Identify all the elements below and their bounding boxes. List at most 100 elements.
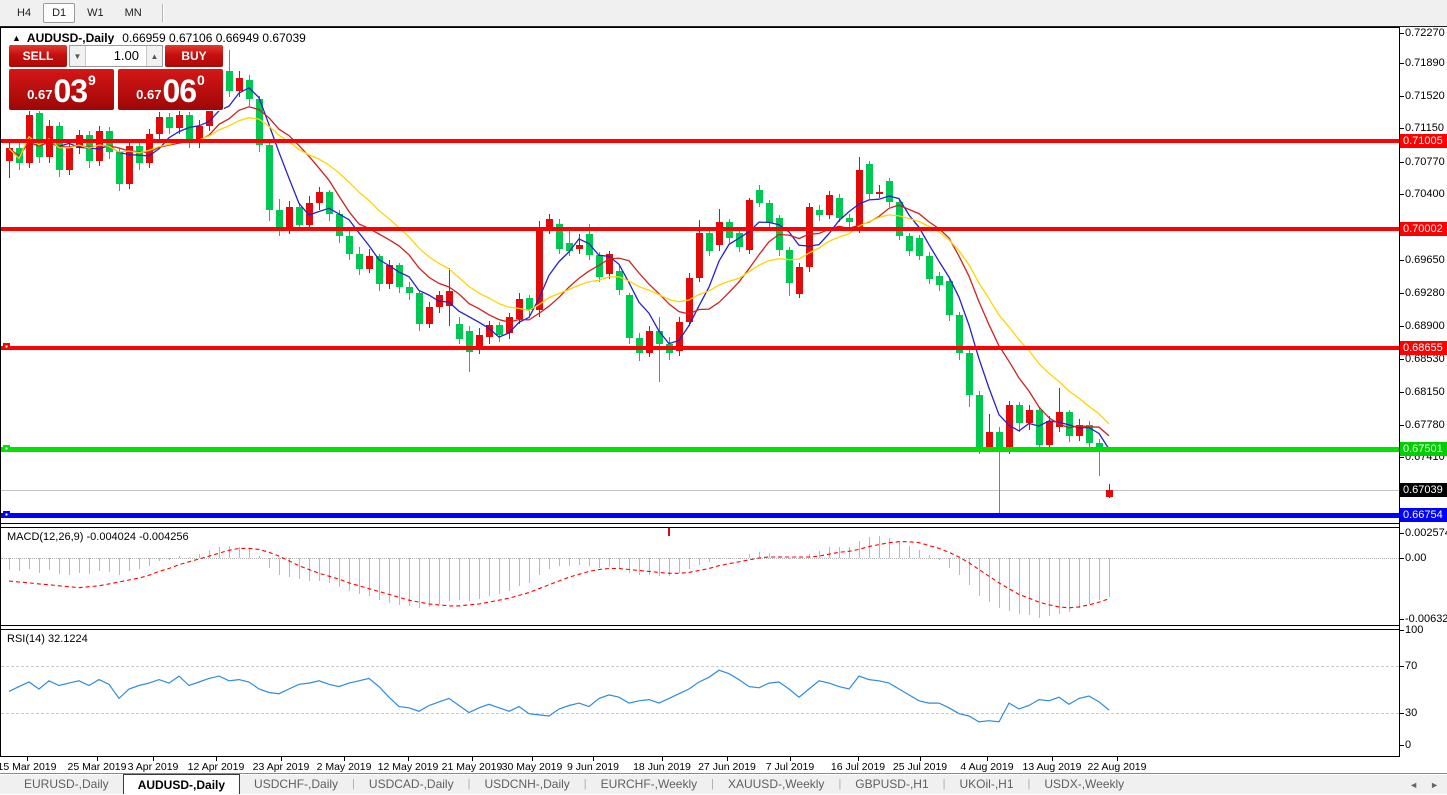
buy-price-pips: 06 — [162, 73, 197, 109]
price-axis[interactable]: 0.72270 0.71890 0.71520 0.71150 0.70770 0.704… — [1400, 27, 1447, 773]
date-label: 3 Apr 2019 — [127, 761, 179, 773]
axis-tick — [1400, 533, 1404, 535]
sell-price-prefix: 0.67 — [27, 87, 53, 102]
axis-tick — [1400, 95, 1404, 97]
price-tick-label: 0.70400 — [1405, 188, 1445, 201]
buy-price-point: 0 — [197, 72, 205, 88]
horizontal-red-line[interactable] — [1, 139, 1399, 143]
tab-usdchf-daily[interactable]: USDCHF-,Daily — [240, 774, 352, 794]
axis-tick — [1400, 326, 1404, 328]
tab-scroll-arrows: ◄ ► — [1409, 774, 1439, 795]
volume-decrease-icon[interactable]: ▼ — [70, 46, 86, 66]
horizontal-red-line[interactable] — [1, 227, 1399, 232]
date-label: 2 May 2019 — [316, 761, 372, 773]
timeframe-button-mn[interactable]: MN — [116, 3, 151, 23]
axis-tick — [1400, 665, 1404, 667]
axis-tick — [1400, 194, 1404, 196]
tab-usdcad-daily[interactable]: USDCAD-,Daily — [355, 774, 468, 794]
date-label: 7 Jul 2019 — [765, 761, 815, 773]
horizontal-green-line[interactable] — [1, 446, 1399, 452]
timeframe-button-w1[interactable]: W1 — [78, 3, 113, 23]
toolbar-separator — [161, 4, 164, 22]
axis-tick — [1400, 457, 1404, 459]
axis-tick — [1400, 260, 1404, 262]
date-label: 27 Jun 2019 — [698, 761, 756, 773]
tab-xauusd-weekly[interactable]: XAUUSD-,Weekly — [714, 774, 838, 794]
tab-audusd-daily[interactable]: AUDUSD-,Daily — [122, 774, 241, 794]
ma-line-sma-mid — [8, 106, 1110, 437]
axis-tick — [1400, 424, 1404, 426]
buy-price-display[interactable]: 0.67 06 0 — [118, 69, 223, 110]
timeframe-button-d1[interactable]: D1 — [43, 3, 76, 23]
price-tick-label: 0.71150 — [1405, 122, 1444, 135]
date-label: 12 May 2019 — [377, 761, 439, 773]
tab-scroll-right-icon[interactable]: ► — [1430, 780, 1439, 790]
axis-tick — [1400, 33, 1404, 34]
horizontal-red-line[interactable] — [1, 345, 1399, 350]
axis-tick — [1400, 618, 1404, 620]
rsi-tick-label: 30 — [1405, 706, 1418, 719]
axis-tick — [1400, 558, 1404, 559]
charts-tab-bar: EURUSD-,Daily AUDUSD-,Daily USDCHF-,Daily |… — [0, 773, 1447, 794]
one-click-trade-panel: SELL ▼ 1.00 ▲ BUY 0.67 03 9 0.67 06 0 — [8, 44, 224, 111]
macd-tick-label: 0.002574 — [1405, 527, 1447, 540]
price-badge-red: 0.68655 — [1400, 340, 1447, 355]
macd-panel[interactable]: MACD(12,26,9) -0.004024 -0.004256 — [1, 528, 1399, 625]
date-label: 21 May 2019 — [441, 761, 503, 773]
date-label: 9 Jun 2019 — [567, 761, 619, 773]
chart-title: ▲ AUDUSD-,Daily 0.66959 0.67106 0.66949 0.… — [12, 31, 306, 45]
price-tick-label: 0.71890 — [1405, 57, 1445, 70]
line-anchor-marker[interactable] — [3, 510, 10, 518]
rsi-tick-label: 70 — [1405, 659, 1418, 672]
date-label: 30 May 2019 — [501, 761, 563, 773]
price-tick-label: 0.72270 — [1405, 27, 1445, 39]
axis-tick — [1400, 63, 1404, 65]
volume-input[interactable]: 1.00 — [86, 46, 146, 66]
sell-price-point: 9 — [88, 72, 96, 88]
rsi-line — [8, 669, 1110, 723]
macd-signal-line — [8, 541, 1110, 609]
date-label: 22 Aug 2019 — [1087, 761, 1147, 773]
date-axis[interactable]: 15 Mar 2019 25 Mar 2019 3 Apr 2019 12 Apr 2… — [0, 757, 1399, 773]
date-label: 12 Apr 2019 — [187, 761, 245, 773]
volume-increase-icon[interactable]: ▲ — [146, 46, 162, 66]
date-label: 16 Jul 2019 — [830, 761, 886, 773]
collapse-panel-icon[interactable]: ▲ — [12, 33, 21, 43]
sell-button[interactable]: SELL — [9, 45, 67, 67]
price-badge-blue: 0.66754 — [1400, 508, 1447, 522]
timeframe-toolbar: H4 D1 W1 MN — [0, 0, 1447, 27]
rsi-tick-label: 0 — [1405, 739, 1412, 751]
rsi-tick-label: 100 — [1405, 624, 1424, 637]
sell-price-pips: 03 — [53, 73, 88, 109]
buy-button[interactable]: BUY — [165, 45, 223, 67]
date-label: 4 Aug 2019 — [960, 761, 1014, 773]
date-label: 18 Jun 2019 — [633, 761, 691, 773]
splitter-macd-rsi-a[interactable] — [0, 625, 1399, 626]
timeframe-button-h4[interactable]: H4 — [8, 3, 40, 23]
price-badge-red: 0.71005 — [1400, 134, 1447, 148]
tab-usdx-weekly[interactable]: USDX-,Weekly — [1030, 774, 1138, 794]
current-price-badge: 0.67039 — [1400, 482, 1447, 497]
splitter-price-macd-a[interactable] — [0, 523, 1399, 524]
price-tick-label: 0.71520 — [1405, 89, 1445, 102]
horizontal-blue-line[interactable] — [1, 512, 1399, 518]
tab-eurchf-weekly[interactable]: EURCHF-,Weekly — [587, 774, 711, 794]
tab-usdcnh-daily[interactable]: USDCNH-,Daily — [470, 774, 583, 794]
rsi-panel[interactable]: RSI(14) 32.1224 — [1, 630, 1399, 756]
line-anchor-marker[interactable] — [3, 343, 10, 351]
ma-line-lwma-slow — [8, 117, 1110, 425]
sell-price-display[interactable]: 0.67 03 9 — [9, 69, 114, 110]
axis-tick — [1400, 128, 1404, 130]
tab-gbpusd-h1[interactable]: GBPUSD-,H1 — [841, 774, 942, 794]
price-tick-label: 0.68900 — [1405, 320, 1445, 333]
tab-eurusd-daily[interactable]: EURUSD-,Daily — [10, 774, 123, 794]
tab-scroll-left-icon[interactable]: ◄ — [1409, 780, 1418, 790]
macd-tick-label: 0.00 — [1405, 552, 1427, 564]
price-badge-red: 0.70002 — [1400, 222, 1447, 237]
line-anchor-marker[interactable] — [3, 444, 10, 452]
tab-ukoil-h1[interactable]: UKOil-,H1 — [946, 774, 1028, 794]
axis-tick — [1400, 358, 1404, 360]
axis-tick — [1400, 712, 1404, 714]
axis-tick — [1400, 161, 1404, 163]
price-tick-label: 0.69650 — [1405, 254, 1445, 267]
